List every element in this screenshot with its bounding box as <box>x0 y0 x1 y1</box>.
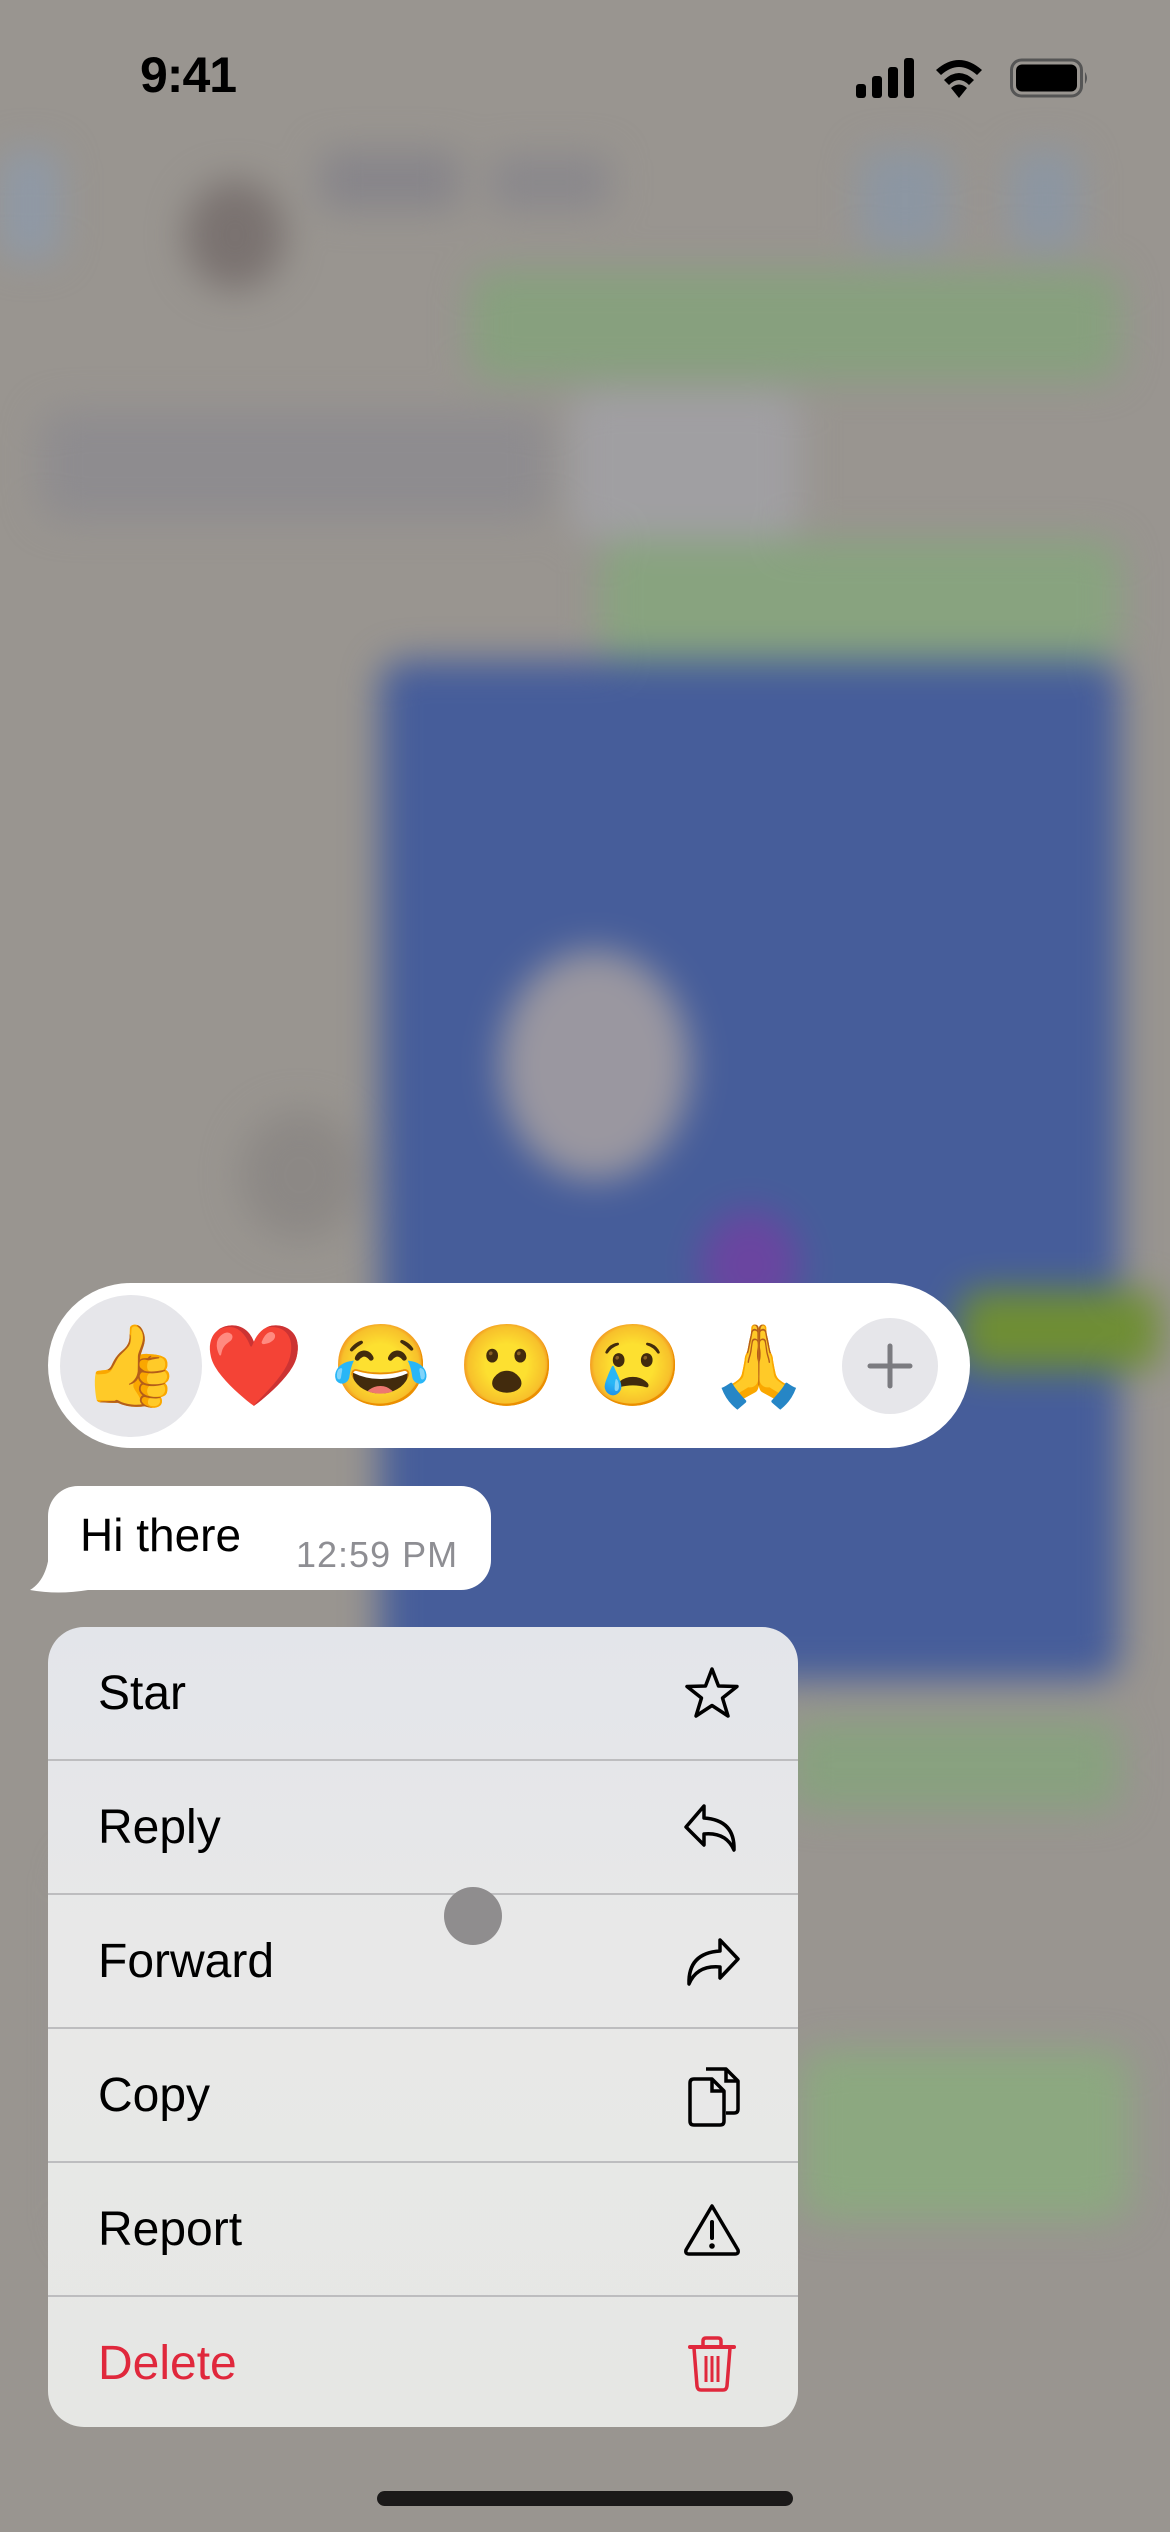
blurred-outgoing-message-4 <box>800 2050 1130 2220</box>
status-bar: 9:41 <box>0 0 1170 150</box>
blurred-back-button <box>0 150 60 260</box>
blurred-contact-name-2 <box>490 155 610 210</box>
blurred-image-highlight <box>500 950 690 1180</box>
menu-item-label: Delete <box>98 2337 237 2390</box>
wifi-icon <box>936 60 982 98</box>
blurred-incoming-message <box>40 410 550 520</box>
blurred-contact-avatar <box>185 180 285 290</box>
menu-item-copy[interactable]: Copy <box>48 2029 798 2162</box>
reaction-tears-of-joy[interactable]: 😂 <box>318 1301 444 1431</box>
reaction-bar: 👍 ❤️ 😂 😮 😢 🙏 <box>48 1283 970 1448</box>
menu-item-forward[interactable]: Forward <box>48 1895 798 2028</box>
blurred-image-message <box>380 660 1120 1680</box>
blurred-accent <box>960 1290 1160 1370</box>
more-reactions-button[interactable] <box>842 1318 938 1414</box>
blurred-call-icon <box>1010 150 1080 250</box>
menu-item-label: Reply <box>98 1801 221 1854</box>
blurred-video-call-icon <box>860 150 950 250</box>
menu-item-label: Report <box>98 2203 243 2256</box>
blurred-outgoing-message-2 <box>600 540 1120 660</box>
blurred-contact-name <box>320 150 460 210</box>
menu-item-reply[interactable]: Reply <box>48 1761 798 1894</box>
blurred-outgoing-message-3 <box>790 1720 1120 1810</box>
warning-icon <box>682 2200 742 2260</box>
copy-icon <box>682 2066 742 2127</box>
selected-message-bubble[interactable]: Hi there 12:59 PM <box>48 1486 491 1590</box>
reaction-thumbs-up[interactable]: 👍 <box>60 1295 202 1437</box>
menu-item-star[interactable]: Star <box>48 1627 798 1760</box>
star-icon <box>682 1664 742 1724</box>
reaction-open-mouth[interactable]: 😮 <box>444 1301 570 1431</box>
message-context-menu: Star Reply Forward Copy Report Delete <box>48 1627 798 2427</box>
blurred-avatar-2 <box>240 1110 360 1240</box>
reply-icon <box>682 1798 742 1858</box>
blurred-incoming-message-2 <box>570 390 800 540</box>
message-text: Hi there <box>80 1509 242 1561</box>
status-time: 9:41 <box>140 47 237 103</box>
menu-item-delete[interactable]: Delete <box>48 2297 798 2427</box>
plus-icon <box>867 1343 913 1389</box>
menu-item-label: Copy <box>98 2069 211 2122</box>
forward-icon <box>682 1932 742 1992</box>
trash-icon <box>682 2334 742 2394</box>
touch-indicator <box>444 1887 502 1945</box>
reaction-folded-hands[interactable]: 🙏 <box>696 1301 822 1431</box>
battery-icon <box>1010 58 1087 98</box>
home-indicator[interactable] <box>377 2491 793 2506</box>
reaction-crying-face[interactable]: 😢 <box>570 1301 696 1431</box>
reaction-red-heart[interactable]: ❤️ <box>191 1301 317 1431</box>
blurred-outgoing-message <box>470 270 1120 380</box>
menu-item-label: Forward <box>98 1935 275 1988</box>
menu-item-report[interactable]: Report <box>48 2163 798 2296</box>
cellular-signal-icon <box>856 58 914 98</box>
message-timestamp: 12:59 PM <box>296 1534 459 1575</box>
menu-item-label: Star <box>98 1667 187 1720</box>
